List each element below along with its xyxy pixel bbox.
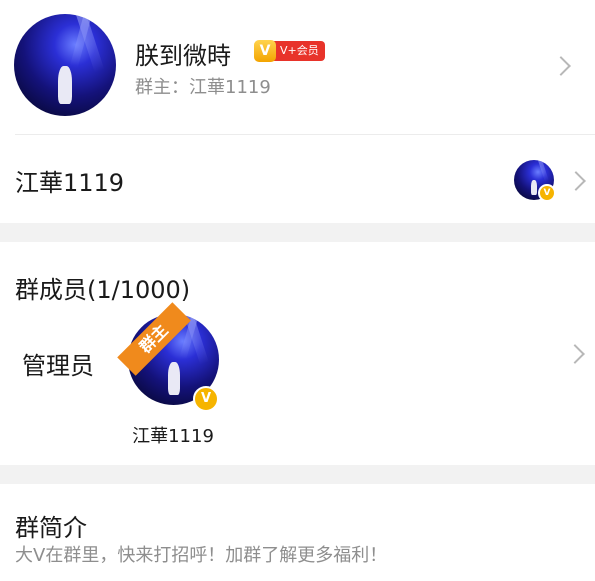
vip-badge: V V+会员 <box>254 40 325 62</box>
members-title: 群成员(1/1000) <box>15 276 191 304</box>
admin-name: 江華1119 <box>132 426 214 447</box>
group-header[interactable]: 朕到微時 V V+会员 群主：江華1119 <box>0 0 595 134</box>
intro-section: 群简介 大V在群里，快来打招呼！加群了解更多福利！ <box>0 484 595 581</box>
chevron-right-icon <box>551 56 571 76</box>
section-divider <box>0 465 595 484</box>
owner-name: 江華1119 <box>15 169 125 197</box>
section-divider <box>0 223 595 242</box>
admin-label: 管理员 <box>22 352 94 380</box>
group-avatar <box>14 14 116 116</box>
intro-text: 大V在群里，快来打招呼！加群了解更多福利！ <box>15 545 388 566</box>
vip-crown-icon: V <box>254 40 276 62</box>
chevron-right-icon <box>566 171 586 191</box>
intro-title: 群简介 <box>15 514 87 542</box>
group-owner-line: 群主：江華1119 <box>135 77 271 98</box>
verified-badge-icon: V <box>538 184 556 202</box>
group-name: 朕到微時 <box>135 42 231 70</box>
chevron-right-icon <box>565 344 585 364</box>
vip-badge-label: V+会员 <box>272 41 325 61</box>
verified-badge-icon: V <box>193 386 219 412</box>
members-section[interactable]: 群成员(1/1000) 管理员 群主 V 江華1119 <box>0 242 595 465</box>
owner-row[interactable]: 江華1119 V <box>0 135 595 223</box>
